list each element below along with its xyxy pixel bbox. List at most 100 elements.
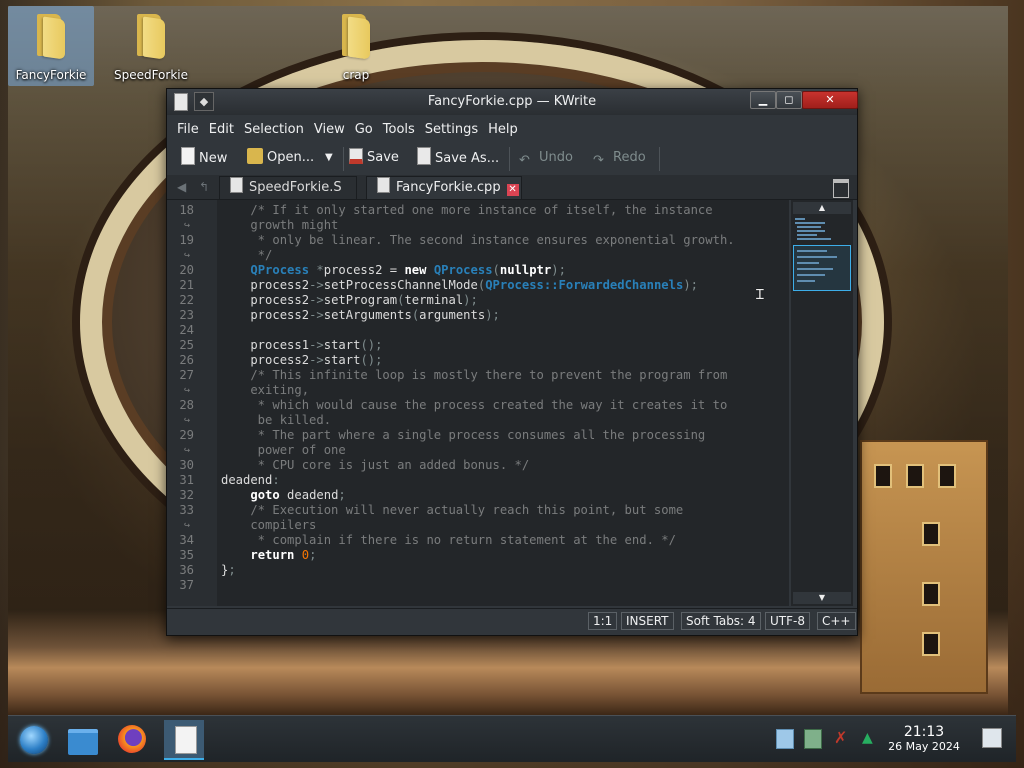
code-text: process2->setProcessChannelMode(QProcess… (221, 278, 698, 292)
clipboard-tray-icon[interactable] (776, 729, 794, 749)
language-mode[interactable]: C++ (817, 612, 856, 630)
maximize-button[interactable]: ◻ (776, 91, 802, 109)
menu-file[interactable]: File (171, 119, 203, 137)
menu-help[interactable]: Help (482, 119, 522, 137)
code-line[interactable]: ↪ growth might (167, 218, 789, 233)
line-number: 23 (179, 308, 194, 322)
line-number: 20 (179, 263, 194, 277)
scroll-down-icon[interactable]: ▼ (793, 592, 851, 604)
open-dropdown-arrow[interactable]: ▼ (325, 147, 333, 169)
close-button[interactable]: ✕ (802, 91, 858, 109)
file-icon (230, 177, 243, 193)
code-line[interactable]: 21 process2->setProcessChannelMode(QProc… (167, 278, 789, 293)
line-number: 21 (179, 278, 194, 292)
clock[interactable]: 21:13 26 May 2024 (882, 724, 966, 754)
scroll-up-icon[interactable]: ▲ (793, 202, 851, 214)
firefox-icon (118, 725, 146, 753)
code-line[interactable]: 36}; (167, 563, 789, 578)
menu-settings[interactable]: Settings (419, 119, 482, 137)
code-line[interactable]: 32 goto deadend; (167, 488, 789, 503)
code-text: /* This infinite loop is mostly there to… (221, 368, 728, 382)
task-firefox[interactable] (112, 720, 152, 758)
encoding-setting[interactable]: UTF-8 (765, 612, 810, 630)
code-text: */ (221, 248, 273, 262)
new-button[interactable]: New (181, 147, 227, 169)
tab-back-icon[interactable]: ◀ (177, 180, 186, 194)
minimize-button[interactable]: ▁ (750, 91, 776, 109)
code-line[interactable]: ↪ exiting, (167, 383, 789, 398)
indentation-setting[interactable]: Soft Tabs: 4 (681, 612, 761, 630)
menu-go[interactable]: Go (349, 119, 377, 137)
kwrite-icon (175, 726, 197, 754)
code-line[interactable]: 20 QProcess *process2 = new QProcess(nul… (167, 263, 789, 278)
code-line[interactable]: 18 /* If it only started one more instan… (167, 203, 789, 218)
code-line[interactable]: 33 /* Execution will never actually reac… (167, 503, 789, 518)
task-kwrite[interactable] (164, 720, 204, 760)
code-text: * only be linear. The second instance en… (221, 233, 735, 247)
line-number: 22 (179, 293, 194, 307)
desktop-icon-crap[interactable]: crap (313, 6, 399, 86)
task-files[interactable] (62, 720, 102, 758)
code-line[interactable]: ↪ compilers (167, 518, 789, 533)
title-bar[interactable]: ◆ FancyForkie.cpp — KWrite ▁ ◻ ✕ (167, 89, 858, 115)
save-button[interactable]: Save (349, 147, 399, 169)
device-tray-icon[interactable] (804, 729, 822, 749)
code-text: goto deadend; (250, 488, 346, 502)
minimap-scrollbar[interactable]: ▲ ▼ (791, 200, 853, 606)
audio-muted-icon[interactable]: ✗ (834, 729, 850, 747)
tab-close-icon[interactable]: ✕ (506, 184, 519, 196)
code-line[interactable]: 29 * The part where a single process con… (167, 428, 789, 443)
input-mode[interactable]: INSERT (621, 612, 674, 630)
tab-speedforkie[interactable]: SpeedForkie.S✕ (219, 176, 357, 218)
code-text: exiting, (221, 383, 310, 397)
code-text: * which would cause the process created … (221, 398, 728, 412)
menu-selection[interactable]: Selection (238, 119, 308, 137)
code-line[interactable]: 31 deadend: (167, 473, 789, 488)
desktop-icon-speedforkie[interactable]: SpeedForkie (108, 6, 194, 86)
code-text: process2->setProgram(terminal); (221, 293, 478, 307)
code-line[interactable]: 19 * only be linear. The second instance… (167, 233, 789, 248)
line-number: 26 (179, 353, 194, 367)
updates-tray-icon[interactable]: ▲ (862, 729, 878, 747)
code-line[interactable]: 26 process2->start(); (167, 353, 789, 368)
redo-label: Redo (613, 150, 646, 165)
code-line[interactable]: 37 (167, 578, 789, 593)
cursor-position[interactable]: 1:1 (588, 612, 618, 630)
menu-edit[interactable]: Edit (203, 119, 238, 137)
code-line[interactable]: 28 * which would cause the process creat… (167, 398, 789, 413)
tab-forward-icon[interactable]: ↰ (199, 180, 209, 194)
tab-fancyforkie[interactable]: FancyForkie.cpp ✕ (366, 176, 522, 199)
open-button[interactable]: Open... (247, 147, 314, 169)
code-editor[interactable]: 18 /* If it only started one more instan… (167, 200, 789, 606)
redo-button[interactable]: ↷ Redo (593, 147, 646, 169)
show-desktop-icon[interactable] (982, 728, 1002, 748)
line-number: 18 (179, 203, 194, 217)
code-line[interactable]: ↪ be killed. (167, 413, 789, 428)
menu-view[interactable]: View (308, 119, 349, 137)
undo-button[interactable]: ↶ Undo (519, 147, 573, 169)
menu-tools[interactable]: Tools (377, 119, 419, 137)
split-view-icon[interactable] (833, 179, 849, 198)
code-line[interactable]: 34 * complain if there is no return stat… (167, 533, 789, 548)
save-as-label: Save As... (435, 151, 500, 166)
code-text: QProcess *process2 = new QProcess(nullpt… (250, 263, 566, 277)
code-line[interactable]: ↪ */ (167, 248, 789, 263)
desktop-icon-label: SpeedForkie (113, 68, 189, 82)
folder-icon (135, 12, 167, 60)
code-line[interactable]: 30 * CPU core is just an added bonus. */ (167, 458, 789, 473)
desktop-icon-fancyforkie[interactable]: FancyForkie (8, 6, 94, 86)
line-number: 35 (179, 548, 194, 562)
code-line[interactable]: ↪ power of one (167, 443, 789, 458)
code-line[interactable]: 24 (167, 323, 789, 338)
document-tab-bar: ◀ ↰ SpeedForkie.S✕ FancyForkie.cpp ✕ (167, 175, 857, 218)
application-launcher[interactable] (12, 720, 52, 758)
save-as-button[interactable]: Save As... (417, 147, 499, 169)
code-text: * The part where a single process consum… (221, 428, 706, 442)
code-text: process1->start(); (221, 338, 383, 352)
code-line[interactable]: 25 process1->start(); (167, 338, 789, 353)
code-line[interactable]: 35 return 0; (167, 548, 789, 563)
code-line[interactable]: 27 /* This infinite loop is mostly there… (167, 368, 789, 383)
code-line[interactable]: 22 process2->setProgram(terminal); (167, 293, 789, 308)
save-as-icon (417, 147, 431, 165)
code-line[interactable]: 23 process2->setArguments(arguments); (167, 308, 789, 323)
